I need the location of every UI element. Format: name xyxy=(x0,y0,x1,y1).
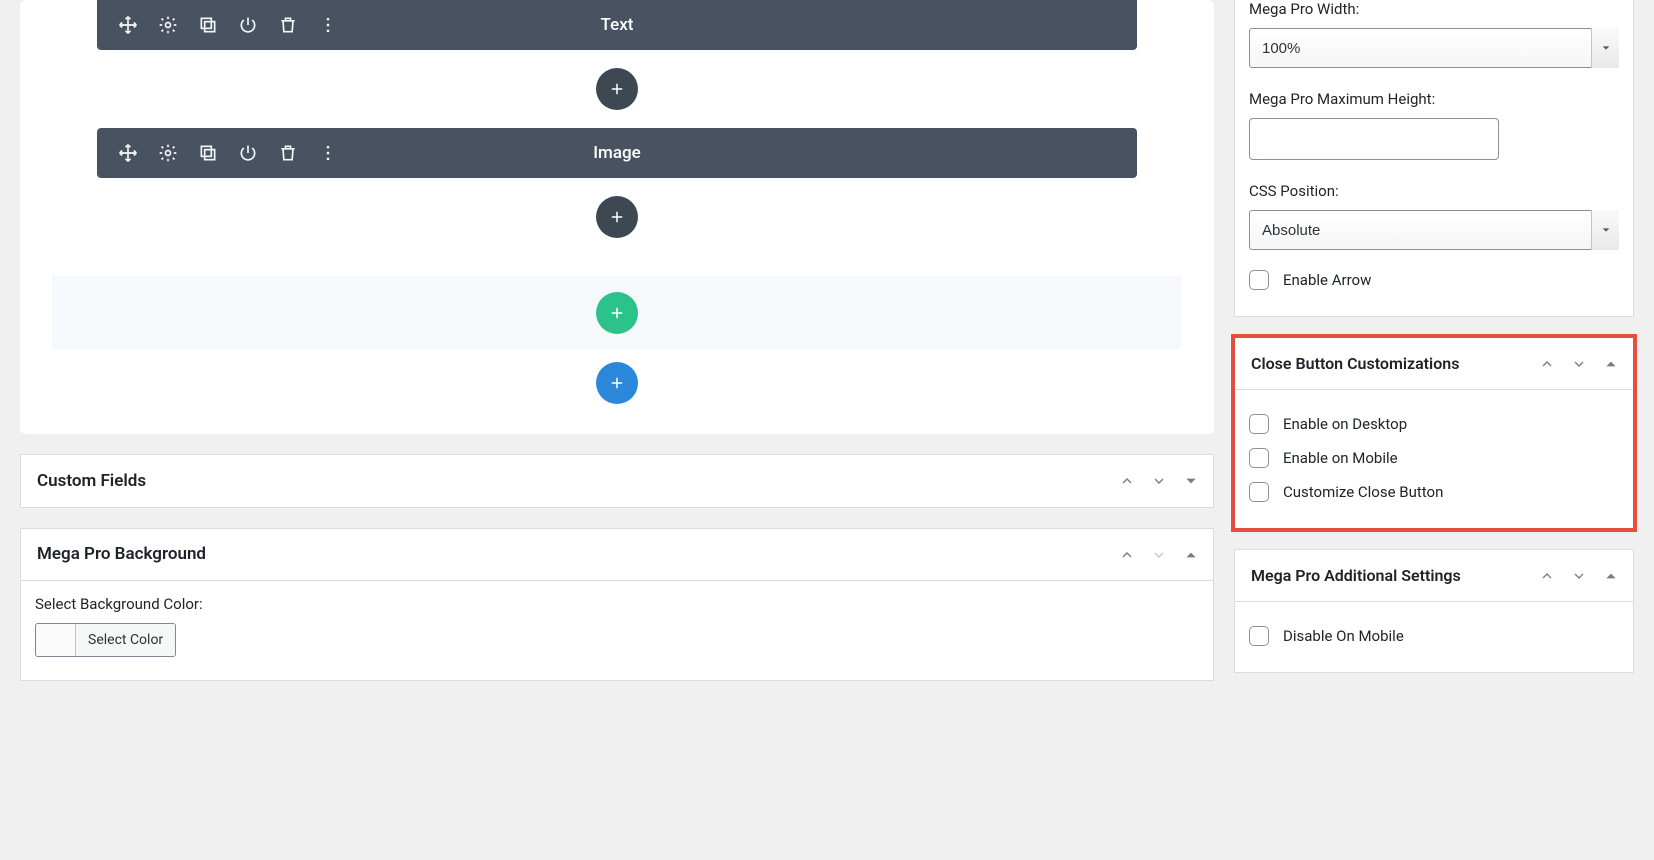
enable-desktop-label: Enable on Desktop xyxy=(1283,415,1407,433)
add-row-button[interactable] xyxy=(596,292,638,334)
metabox-additional-settings: Mega Pro Additional Settings Disable On … xyxy=(1234,549,1634,673)
max-height-label: Mega Pro Maximum Height: xyxy=(1249,90,1619,108)
move-up-icon[interactable] xyxy=(1537,354,1557,374)
metabox-close-button: Close Button Customizations Enable on De… xyxy=(1234,337,1634,529)
toggle-icon[interactable] xyxy=(1601,354,1621,374)
enable-mobile-checkbox[interactable] xyxy=(1249,448,1269,468)
power-icon[interactable] xyxy=(237,142,259,164)
customize-close-checkbox[interactable] xyxy=(1249,482,1269,502)
metabox-mega-bg: Mega Pro Background Select Background Co… xyxy=(20,528,1214,681)
enable-mobile-label: Enable on Mobile xyxy=(1283,449,1398,467)
move-up-icon[interactable] xyxy=(1117,545,1137,565)
width-select[interactable]: 100% xyxy=(1249,28,1619,68)
module-text[interactable]: Text xyxy=(97,0,1137,50)
move-down-icon[interactable] xyxy=(1569,354,1589,374)
metabox-mega-settings: Mega Pro Width: 100% Mega Pro Maximum He… xyxy=(1234,0,1634,317)
duplicate-icon[interactable] xyxy=(197,14,219,36)
duplicate-icon[interactable] xyxy=(197,142,219,164)
trash-icon[interactable] xyxy=(277,142,299,164)
power-icon[interactable] xyxy=(237,14,259,36)
css-position-select[interactable]: Absolute xyxy=(1249,210,1619,250)
add-section-button[interactable] xyxy=(596,362,638,404)
move-up-icon[interactable] xyxy=(1537,566,1557,586)
module-image[interactable]: Image xyxy=(97,128,1137,178)
metabox-title: Mega Pro Additional Settings xyxy=(1247,553,1465,599)
bg-color-label: Select Background Color: xyxy=(35,595,1199,613)
customize-close-label: Customize Close Button xyxy=(1283,483,1443,501)
toggle-icon[interactable] xyxy=(1181,471,1201,491)
move-down-icon[interactable] xyxy=(1149,471,1169,491)
metabox-title: Custom Fields xyxy=(33,458,150,505)
width-label: Mega Pro Width: xyxy=(1249,0,1619,18)
gear-icon[interactable] xyxy=(157,14,179,36)
css-position-label: CSS Position: xyxy=(1249,182,1619,200)
builder-card: Text xyxy=(20,0,1214,434)
more-icon[interactable] xyxy=(317,14,339,36)
disable-mobile-checkbox[interactable] xyxy=(1249,626,1269,646)
color-picker-button[interactable]: Select Color xyxy=(35,623,176,657)
disable-mobile-label: Disable On Mobile xyxy=(1283,627,1404,645)
builder-inner: Text xyxy=(52,0,1182,350)
move-down-icon[interactable] xyxy=(1149,545,1169,565)
more-icon[interactable] xyxy=(317,142,339,164)
max-height-input[interactable] xyxy=(1249,118,1499,160)
css-position-select-input[interactable]: Absolute xyxy=(1249,210,1619,250)
gear-icon[interactable] xyxy=(157,142,179,164)
enable-arrow-checkbox[interactable] xyxy=(1249,270,1269,290)
enable-arrow-label: Enable Arrow xyxy=(1283,271,1371,289)
metabox-custom-fields: Custom Fields xyxy=(20,454,1214,508)
toggle-icon[interactable] xyxy=(1601,566,1621,586)
enable-desktop-checkbox[interactable] xyxy=(1249,414,1269,434)
builder-stage: Text xyxy=(52,0,1182,276)
trash-icon[interactable] xyxy=(277,14,299,36)
move-down-icon[interactable] xyxy=(1569,566,1589,586)
metabox-title: Mega Pro Background xyxy=(33,531,210,578)
color-picker-label: Select Color xyxy=(76,624,175,656)
add-module-button[interactable] xyxy=(596,68,638,110)
color-swatch xyxy=(36,624,76,656)
metabox-title: Close Button Customizations xyxy=(1247,341,1463,387)
move-icon[interactable] xyxy=(117,14,139,36)
add-module-button[interactable] xyxy=(596,196,638,238)
width-select-input[interactable]: 100% xyxy=(1249,28,1619,68)
toggle-icon[interactable] xyxy=(1181,545,1201,565)
move-icon[interactable] xyxy=(117,142,139,164)
move-up-icon[interactable] xyxy=(1117,471,1137,491)
